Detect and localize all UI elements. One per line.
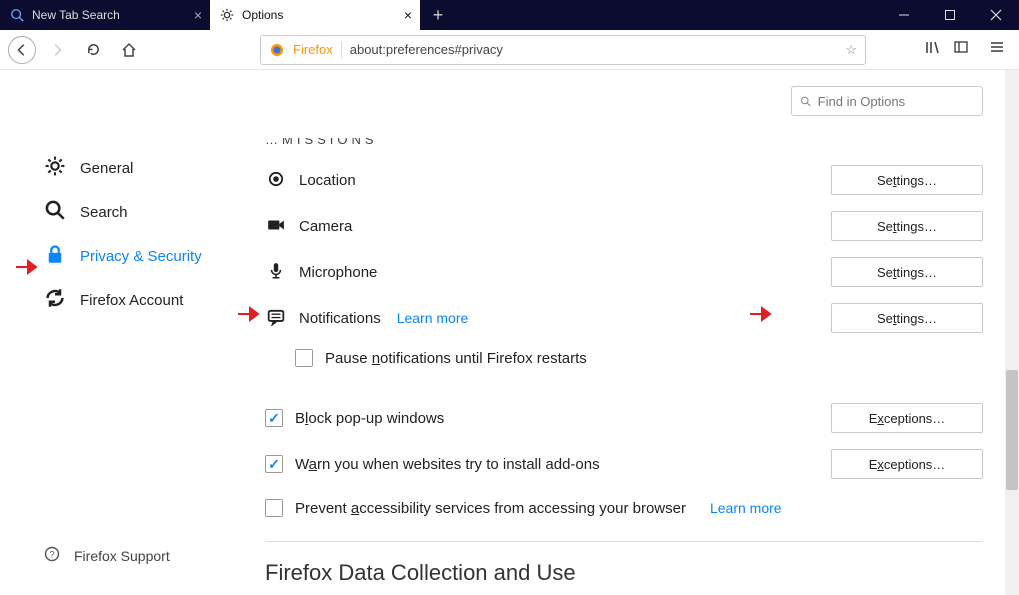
camera-settings-button[interactable]: Settings… [831,211,983,241]
sidebar-item-label: Search [80,204,128,221]
warn-addons-checkbox[interactable] [265,455,283,473]
search-icon [44,200,66,224]
content-area: General Search Privacy & Security Firefo… [0,70,1019,595]
reload-button[interactable] [78,35,108,65]
minimize-button[interactable] [881,0,927,30]
vertical-scrollbar[interactable] [1005,70,1019,595]
preferences-main: …MISSIONS Location Settings… Camera Sett… [235,70,1019,595]
close-icon[interactable]: × [404,7,412,23]
location-icon [265,170,287,191]
bookmark-star-icon[interactable]: ☆ [845,42,857,58]
sidebar-icon[interactable] [953,39,969,60]
home-button[interactable] [114,35,144,65]
microphone-settings-button[interactable]: Settings… [831,257,983,287]
scrollbar-thumb[interactable] [1006,370,1018,490]
new-tab-button[interactable]: + [420,0,456,30]
notifications-learn-more-link[interactable]: Learn more [397,310,469,326]
sidebar-support-label: Firefox Support [74,548,170,564]
accessibility-learn-more-link[interactable]: Learn more [710,500,782,516]
preferences-sidebar: General Search Privacy & Security Firefo… [0,70,235,595]
gear-icon [44,156,66,180]
close-icon[interactable]: × [194,7,202,23]
annotation-arrow-icon [238,306,264,322]
sidebar-support-link[interactable]: ? Firefox Support [0,546,170,565]
block-popups-exceptions-button[interactable]: Exceptions… [831,403,983,433]
permission-label: Location [299,172,819,189]
sidebar-item-firefox-account[interactable]: Firefox Account [0,278,235,322]
find-in-options[interactable] [791,86,983,116]
permission-notifications: Notifications Learn more Settings… [265,303,983,333]
section-divider [265,541,983,542]
svg-text:?: ? [49,550,54,560]
warn-addons-label: Warn you when websites try to install ad… [295,456,600,473]
permission-microphone: Microphone Settings… [265,257,983,287]
permission-camera: Camera Settings… [265,211,983,241]
warn-addons-exceptions-button[interactable]: Exceptions… [831,449,983,479]
tab-new-tab-search[interactable]: New Tab Search × [0,0,210,30]
data-collection-heading: Firefox Data Collection and Use [265,560,983,586]
annotation-arrow-icon [16,259,42,275]
permission-location: Location Settings… [265,165,983,195]
block-popups-checkbox[interactable] [265,409,283,427]
section-header-permissions-cut: …MISSIONS [265,138,983,149]
window-titlebar: New Tab Search × Options × + [0,0,1019,30]
forward-button[interactable] [42,35,72,65]
sidebar-item-search[interactable]: Search [0,190,235,234]
lock-icon [44,244,66,268]
sidebar-item-label: Privacy & Security [80,248,202,265]
sidebar-item-label: Firefox Account [80,292,183,309]
pause-notifications-checkbox-row: Pause notifications until Firefox restar… [295,349,983,367]
find-in-options-input[interactable] [818,94,974,109]
tab-label: New Tab Search [32,8,120,22]
block-popups-label: Block pop-up windows [295,410,444,427]
firefox-icon [269,42,285,58]
menu-icon[interactable] [989,39,1005,60]
navigation-toolbar: Firefox about:preferences#privacy ☆ [0,30,1019,70]
question-icon: ? [44,546,60,565]
sync-icon [44,288,66,312]
back-button[interactable] [8,36,36,64]
sidebar-item-general[interactable]: General [0,146,235,190]
search-icon [800,95,812,108]
gear-icon [220,8,234,22]
location-settings-button[interactable]: Settings… [831,165,983,195]
pause-notifications-label: Pause notifications until Firefox restar… [325,350,587,367]
separator [341,41,342,59]
url-bar[interactable]: Firefox about:preferences#privacy ☆ [260,35,866,65]
close-window-button[interactable] [973,0,1019,30]
identity-label: Firefox [293,42,333,57]
block-popups-row: Block pop-up windows Exceptions… [265,403,983,433]
tab-options[interactable]: Options × [210,0,420,30]
pause-notifications-checkbox[interactable] [295,349,313,367]
sidebar-item-label: General [80,160,133,177]
annotation-arrow-icon [750,306,776,322]
library-icon[interactable] [925,39,941,60]
permission-label: Notifications [299,310,381,327]
window-controls [881,0,1019,30]
tab-label: Options [242,8,283,22]
prevent-accessibility-label: Prevent accessibility services from acce… [295,500,686,517]
prevent-accessibility-row: Prevent accessibility services from acce… [265,499,983,517]
microphone-icon [265,262,287,283]
maximize-button[interactable] [927,0,973,30]
permission-label: Microphone [299,264,819,281]
notifications-settings-button[interactable]: Settings… [831,303,983,333]
notification-icon [265,308,287,329]
warn-addons-row: Warn you when websites try to install ad… [265,449,983,479]
address-text: about:preferences#privacy [350,42,838,57]
prevent-accessibility-checkbox[interactable] [265,499,283,517]
camera-icon [265,216,287,237]
permission-label: Camera [299,218,819,235]
search-icon [10,8,24,22]
